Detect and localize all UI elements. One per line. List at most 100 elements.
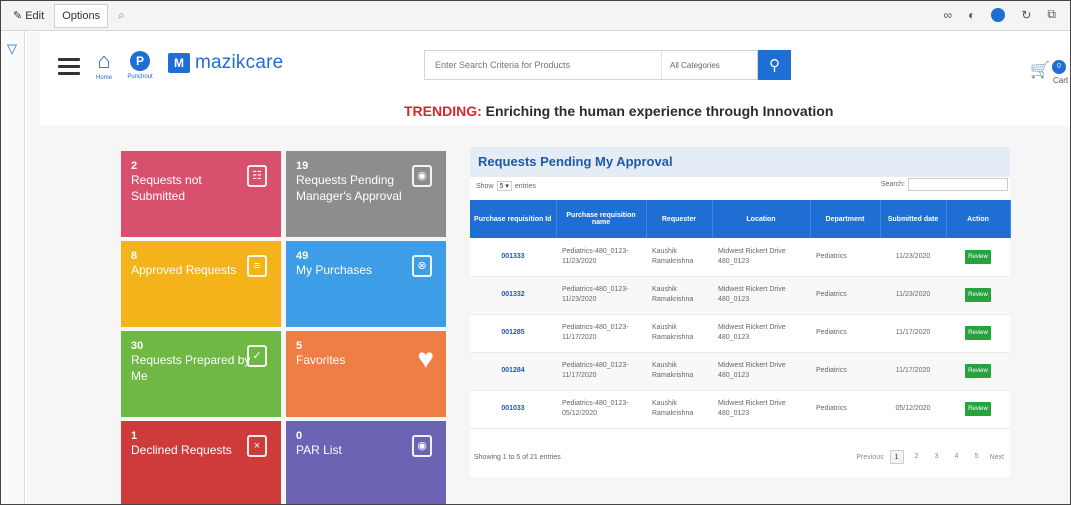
category-select[interactable]: All Categories <box>661 51 756 79</box>
requisition-id-link[interactable]: 001285 <box>470 314 556 353</box>
review-button[interactable]: Review <box>965 249 991 264</box>
entries-label: entries <box>514 182 536 190</box>
requisition-name: Pediatrics-480_0123-11/17/2020 <box>556 314 646 353</box>
filter-pane: ▽ <box>1 31 25 504</box>
table-search-input[interactable] <box>908 178 1008 191</box>
product-search-input[interactable] <box>425 60 661 70</box>
category-select-value: All Categories <box>670 60 720 70</box>
cart-icon: ☷ <box>247 165 267 187</box>
action-cell: Review <box>946 238 1010 277</box>
requisition-id-link[interactable]: 001333 <box>470 238 556 277</box>
review-button[interactable]: Review <box>965 364 991 378</box>
tile-par-list[interactable]: 0 PAR List ◉ <box>286 421 446 504</box>
department: Pediatrics <box>810 276 880 315</box>
tile-requests-prepared-by-me[interactable]: 30 Requests Prepared by Me ✓ <box>121 331 281 417</box>
tile-requests-not-submitted[interactable]: 2 Requests not Submitted ☷ <box>121 151 281 237</box>
app-window: ✎ Edit Options ⌕ ∞ ◐ ↻ ⧉ ▽ ⌂ Home P Punc… <box>0 0 1071 505</box>
command-bar: ✎ Edit Options ⌕ ∞ ◐ ↻ ⧉ <box>1 1 1070 31</box>
tile-label: PAR List <box>296 443 342 457</box>
review-button[interactable]: Review <box>965 402 991 416</box>
table-row: 001033 Pediatrics-480_0123-05/12/2020 Ka… <box>470 390 1010 429</box>
search-icon[interactable]: ⌕ <box>118 8 125 23</box>
tile-count: 5 <box>296 340 303 352</box>
department: Pediatrics <box>810 390 880 429</box>
notification-icon[interactable] <box>991 7 1006 22</box>
submitted-date: 11/23/2020 <box>880 238 946 277</box>
location: Midwest Rickert Drive 480_0123 <box>712 352 810 391</box>
page-length-select[interactable]: 5 ▾ <box>496 181 512 191</box>
page-length-value: 5 <box>499 183 504 190</box>
table-row: 001333 Pediatrics-480_0123-11/23/2020 Ka… <box>470 238 1010 277</box>
cart-button[interactable]: 🛒 0 Cart <box>1030 60 1068 85</box>
table-info: Showing 1 to 5 of 21 entries <box>474 454 561 461</box>
column-header[interactable]: Purchase requisition name <box>556 200 647 238</box>
column-header[interactable]: Requester <box>646 200 713 238</box>
purchases-icon: ⊗ <box>412 255 432 277</box>
tile-approved-requests[interactable]: 8 Approved Requests ≡ <box>121 241 281 327</box>
edit-label: Edit <box>25 9 45 22</box>
pagination-page[interactable]: 2 <box>910 450 924 464</box>
home-label: Home <box>95 75 112 81</box>
tile-my-purchases[interactable]: 49 My Purchases ⊗ <box>286 241 446 327</box>
home-button[interactable]: ⌂ Home <box>90 48 118 82</box>
pagination-previous[interactable]: Previous <box>856 454 883 461</box>
tile-requests-pending-approval[interactable]: 19 Requests Pending Manager's Approval ◉ <box>286 151 446 237</box>
punchout-icon: P <box>130 51 150 71</box>
submitted-date: 11/17/2020 <box>880 352 946 391</box>
page: ⌂ Home P Punchout M mazikcare All Catego… <box>26 32 1070 504</box>
department: Pediatrics <box>810 238 880 277</box>
review-button[interactable]: Review <box>965 288 991 302</box>
filter-icon[interactable]: ▽ <box>7 41 17 57</box>
punchout-button[interactable]: P Punchout <box>122 50 158 80</box>
home-icon: ⌂ <box>97 48 111 73</box>
product-search: All Categories <box>424 50 758 80</box>
column-header[interactable]: Location <box>712 200 811 238</box>
pagination-next[interactable]: Next <box>990 454 1004 461</box>
options-button[interactable]: Options <box>54 3 109 28</box>
menu-icon[interactable] <box>58 58 80 75</box>
requisition-id-link[interactable]: 001284 <box>470 352 556 391</box>
pagination-page[interactable]: 3 <box>930 450 944 464</box>
app-header: ⌂ Home P Punchout M mazikcare All Catego… <box>40 32 1070 126</box>
refresh-icon[interactable]: ↻ <box>1021 8 1031 22</box>
tile-declined-requests[interactable]: 1 Declined Requests × <box>121 421 281 504</box>
action-cell: Review <box>946 390 1010 429</box>
table-row: 001285 Pediatrics-480_0123-11/17/2020 Ka… <box>470 314 1010 353</box>
pending-approvals-panel: Requests Pending My Approval Show 5 ▾ en… <box>470 147 1011 477</box>
page-length-control: Show 5 ▾ entries <box>476 181 536 191</box>
requester: Kaushik Ramakrishna <box>646 238 712 277</box>
logo-mark: M <box>168 53 190 73</box>
action-cell: Review <box>946 352 1010 391</box>
requester: Kaushik Ramakrishna <box>646 276 712 315</box>
command-bar-right: ∞ ◐ ↻ ⧉ <box>944 7 1056 22</box>
requisition-name: Pediatrics-480_0123-11/23/2020 <box>556 276 646 315</box>
location: Midwest Rickert Drive 480_0123 <box>712 390 810 429</box>
approvals-table: Purchase requisition Id Purchase requisi… <box>470 200 1011 429</box>
pagination-page[interactable]: 4 <box>950 450 964 464</box>
logo[interactable]: M mazikcare <box>168 52 283 74</box>
column-header[interactable]: Department <box>810 200 881 238</box>
column-header[interactable]: Purchase requisition Id <box>470 200 557 238</box>
trending-text: Enriching the human experience through I… <box>481 103 834 119</box>
pagination: Previous 1 2 3 4 5 Next <box>856 450 1004 464</box>
column-header[interactable]: Submitted date <box>880 200 947 238</box>
popout-icon[interactable]: ⧉ <box>1047 7 1056 22</box>
location: Midwest Rickert Drive 480_0123 <box>712 238 810 277</box>
search-button[interactable]: ⚲ <box>758 50 791 80</box>
requisition-name: Pediatrics-480_0123-11/23/2020 <box>556 238 646 277</box>
column-header[interactable]: Action <box>946 200 1011 238</box>
tile-label: My Purchases <box>296 263 373 277</box>
edit-button[interactable]: ✎ Edit <box>13 9 45 23</box>
cart-count-badge: 0 <box>1051 60 1066 74</box>
requisition-id-link[interactable]: 001332 <box>470 276 556 315</box>
contrast-icon[interactable]: ◐ <box>968 8 975 22</box>
pagination-page[interactable]: 1 <box>889 450 904 464</box>
tile-favorites[interactable]: 5 Favorites ♥ <box>286 331 446 417</box>
magnifier-icon: ⚲ <box>769 57 780 74</box>
infinity-icon[interactable]: ∞ <box>944 8 953 22</box>
review-button[interactable]: Review <box>965 326 991 340</box>
action-cell: Review <box>946 276 1010 315</box>
pagination-page[interactable]: 5 <box>970 450 984 464</box>
location: Midwest Rickert Drive 480_0123 <box>712 276 810 315</box>
requisition-id-link[interactable]: 001033 <box>470 390 556 429</box>
